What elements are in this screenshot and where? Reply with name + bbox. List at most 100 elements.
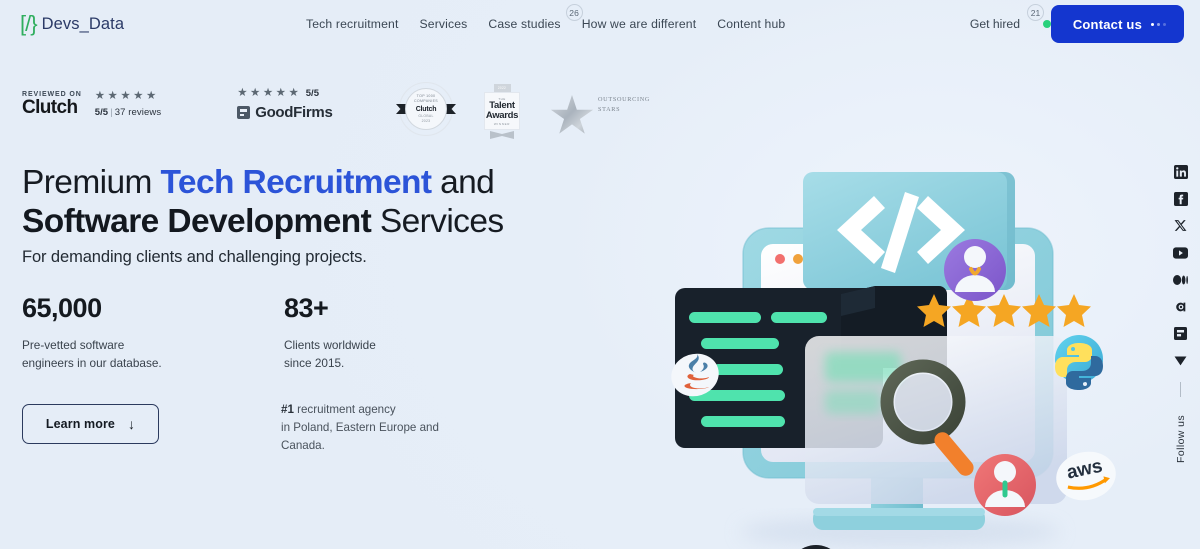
goodfirms-star-rating: ★ ★ ★ ★ ★ [237, 87, 299, 99]
avatar-badge-red [974, 454, 1036, 516]
clutch-score: 5/5 [94, 107, 109, 118]
nav-item-how-we-are-different[interactable]: How we are different [582, 14, 697, 31]
linkedin-icon[interactable] [1173, 164, 1188, 179]
status-dot-icon [1042, 20, 1051, 28]
learn-more-button[interactable]: Learn more ↓ [22, 404, 159, 444]
stat-clients: 83+ Clients worldwide since 2015. [284, 295, 546, 373]
medal-brand: Clutch [415, 105, 437, 113]
talent-awards-face: THE Talent Awards WINNER [484, 92, 520, 130]
headline-tail: Services [371, 203, 504, 241]
avatar-badge-purple [944, 239, 1006, 301]
goodfirms-wordmark: GoodFirms [255, 103, 333, 121]
talent-awards-badge[interactable]: 2022 THE Talent Awards WINNER [484, 84, 520, 146]
page-subtitle: For demanding clients and challenging pr… [22, 248, 367, 266]
talent-awards-footer: WINNER [493, 122, 511, 127]
review-badges: REVIEWED ON Clutch ★ ★ ★ ★ ★ 5/5 | 37 reviews … [22, 87, 333, 121]
nav-label: Content hub [717, 17, 786, 31]
clutch-logo: REVIEWED ON Clutch [22, 91, 82, 117]
clutch-separator: | [110, 107, 113, 118]
headline-accent: Tech Recruitment [160, 164, 432, 201]
headline-line-2: Software Development Services [22, 202, 542, 241]
goodfirms-icon [237, 105, 251, 119]
contact-us-button[interactable]: Contact us [1050, 5, 1184, 43]
window-dot-red [775, 254, 785, 264]
medal-year: 2023 [421, 119, 431, 124]
logo-wordmark: Devs_Data [41, 14, 125, 33]
talent-awards-title-2: Awards [485, 109, 519, 121]
agency-rank-note: #1 recruitment agency in Poland, Eastern… [281, 401, 439, 455]
agency-rank: #1 [281, 403, 294, 416]
illustration-svg: aws .NET [671, 172, 1116, 549]
headline-line-1: Premium Tech Recruitment and [22, 163, 542, 202]
site-logo[interactable]: [/} Devs_Data [20, 13, 124, 35]
clutch-rating-text: 5/5 | 37 reviews [95, 107, 162, 118]
nav-label: Services [419, 17, 468, 31]
clutch-top-1000-award[interactable]: TOP 1000 COMPANIES Clutch GLOBAL 2023 [396, 82, 456, 144]
clutch-star-rating: ★ ★ ★ ★ ★ [94, 89, 157, 102]
clutch-icon[interactable] [1173, 299, 1188, 314]
contact-us-label: Contact us [1072, 16, 1142, 32]
medal-top-text: TOP 1000 COMPANIES [414, 93, 438, 103]
contact-cta-group: Contact us [1042, 5, 1184, 43]
facebook-icon[interactable] [1173, 191, 1188, 206]
get-hired-label: Get hired [969, 17, 1020, 31]
stat-value: 83+ [284, 293, 329, 323]
learn-more-label: Learn more [45, 417, 115, 431]
goodfirms-logo: GoodFirms [237, 103, 333, 121]
clutch-review-count: 37 reviews [114, 107, 162, 118]
agency-rank-rest: recruitment agency [293, 403, 396, 416]
youtube-icon[interactable] [1173, 245, 1188, 260]
nav-item-get-hired[interactable]: Get hired 21 [969, 4, 1044, 31]
talent-awards-year: 2022 [493, 84, 511, 92]
headline-post: and [431, 164, 495, 201]
goodfirms-rating-group: ★ ★ ★ ★ ★ 5/5 [237, 87, 332, 100]
outsourcing-stars-text: OUTSOURCING STARS [598, 95, 650, 115]
star-icon [550, 95, 594, 134]
nav-badge-case-studies: 26 [565, 4, 583, 21]
nav-label: Tech recruitment [306, 17, 399, 31]
outsourcing-line-2: STARS [598, 106, 621, 114]
medium-icon[interactable] [1173, 272, 1188, 287]
stat-desc-line-1: Pre-vetted software [22, 338, 125, 352]
ribbon-bow-icon [490, 131, 514, 139]
goodfirms-review-badge[interactable]: ★ ★ ★ ★ ★ 5/5 GoodFirms [237, 87, 333, 121]
award-badges: TOP 1000 COMPANIES Clutch GLOBAL 2023 20… [396, 82, 649, 146]
follow-us-label: Follow us [1174, 415, 1187, 463]
agency-note-line-3: Canada. [281, 438, 325, 452]
nav-badge-get-hired: 21 [1027, 4, 1044, 21]
stats-group: 65,000 Pre-vetted software engineers in … [22, 295, 546, 373]
clutch-review-badge[interactable]: REVIEWED ON Clutch ★ ★ ★ ★ ★ 5/5 | 37 reviews [22, 89, 162, 118]
clutch-rating-group: ★ ★ ★ ★ ★ 5/5 | 37 reviews [94, 89, 162, 118]
outsourcing-line-1: OUTSOURCING [598, 96, 651, 103]
nav-item-tech-recruitment[interactable]: Tech recruitment [306, 14, 398, 31]
stat-desc-line-2: since 2015. [284, 356, 345, 371]
loading-dots-icon [1151, 22, 1166, 26]
stat-desc-line-1: Clients worldwide [284, 338, 376, 352]
hero-page: [/} Devs_Data Tech recruitment Services … [0, 0, 1200, 549]
site-header: [/} Devs_Data Tech recruitment Services … [0, 0, 1200, 48]
main-navigation: Tech recruitment Services Case studies 2… [306, 4, 785, 31]
nav-item-content-hub[interactable]: Content hub [717, 14, 785, 31]
goodfirms-score: 5/5 [305, 88, 319, 100]
nav-label: How we are different [581, 17, 697, 31]
arrow-down-icon: ↓ [127, 416, 136, 432]
x-twitter-icon[interactable] [1173, 218, 1188, 233]
stat-value: 65,000 [22, 293, 102, 323]
nav-label: Case studies [488, 17, 561, 31]
outsourcing-stars-badge[interactable]: OUTSOURCING STARS [550, 89, 649, 141]
stat-engineers: 65,000 Pre-vetted software engineers in … [22, 295, 284, 373]
rail-divider [1180, 382, 1181, 397]
page-title: Premium Tech Recruitment and Software De… [22, 163, 542, 241]
nav-item-services[interactable]: Services [419, 14, 467, 31]
stat-description: Pre-vetted software engineers in our dat… [22, 336, 284, 373]
headline-pre: Premium [22, 164, 161, 201]
clutch-wordmark: Clutch [22, 97, 78, 119]
agency-note-line-2: in Poland, Eastern Europe and [281, 420, 439, 434]
window-dot-amber [793, 254, 803, 264]
logo-mark-icon: [/} [20, 11, 38, 36]
stat-desc-line-2: engineers in our database. [22, 356, 162, 371]
goodfirms-icon[interactable] [1173, 326, 1188, 341]
vimeo-icon[interactable] [1173, 353, 1188, 368]
nav-item-case-studies[interactable]: Case studies 26 [488, 4, 583, 31]
headline-strong: Software Development [22, 203, 372, 241]
